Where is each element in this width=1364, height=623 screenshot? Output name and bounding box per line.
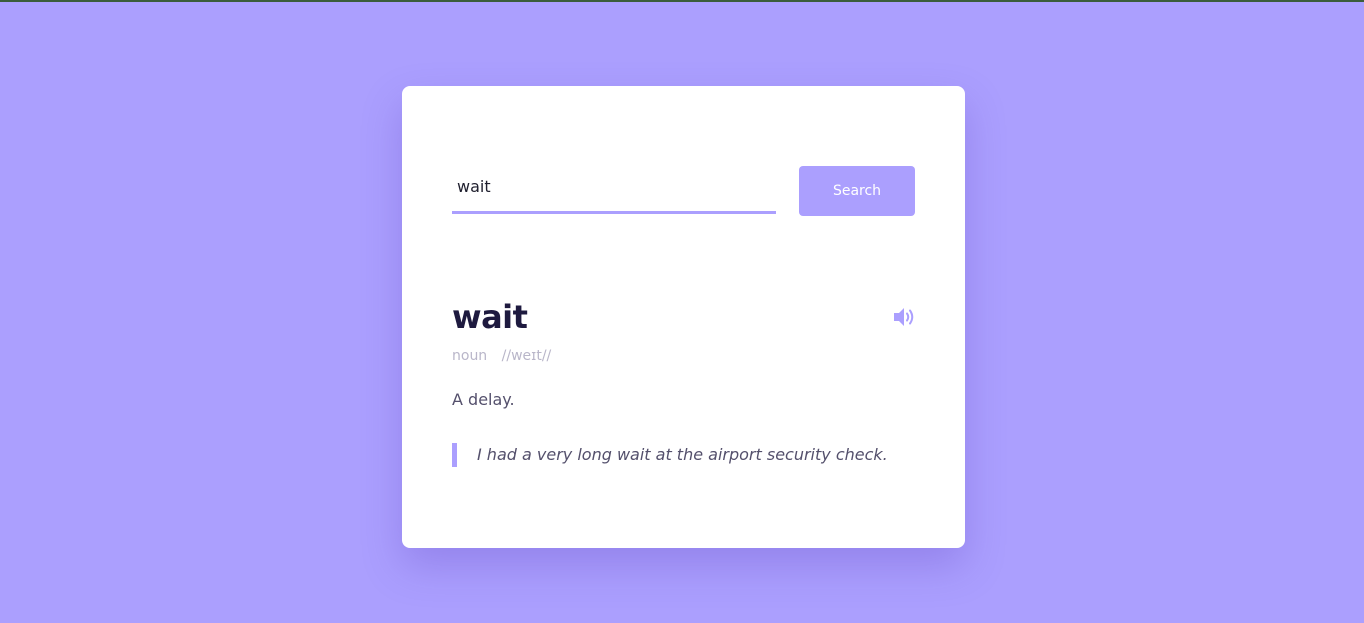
speaker-icon	[894, 308, 914, 326]
word-meta: noun //weɪt//	[452, 348, 551, 364]
pronunciation-audio-button[interactable]	[891, 306, 917, 330]
word-title: wait	[452, 298, 528, 336]
search-input[interactable]	[452, 166, 776, 214]
part-of-speech: noun	[452, 348, 488, 364]
example-quote: I had a very long wait at the airport se…	[452, 443, 888, 467]
definition-text: A delay.	[452, 390, 515, 409]
search-button[interactable]: Search	[799, 166, 915, 216]
phonetic: //weɪt//	[501, 348, 552, 364]
search-row: Search	[452, 166, 915, 216]
dictionary-card: Search wait noun //weɪt// A delay. I had…	[402, 86, 965, 548]
